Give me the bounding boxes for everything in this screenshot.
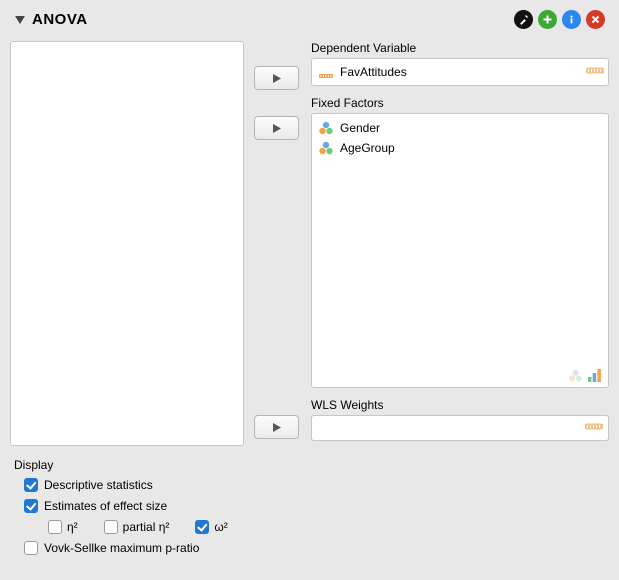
move-to-dependent-button[interactable]	[254, 66, 299, 90]
display-header: Display	[14, 458, 609, 472]
omega2-label: ω²	[214, 520, 227, 534]
header-left: ANOVA	[14, 11, 88, 28]
effect-size-row: Estimates of effect size	[14, 499, 609, 513]
dependent-label: Dependent Variable	[311, 41, 609, 55]
eta2-label: η²	[67, 520, 78, 534]
panel-header: ANOVA	[10, 8, 609, 31]
vovk-sellke-label: Vovk-Sellke maximum p-ratio	[44, 541, 199, 555]
scale-icon	[318, 64, 334, 80]
effect-size-label: Estimates of effect size	[44, 499, 167, 513]
omega2-checkbox[interactable]	[195, 520, 209, 534]
partial-eta2-row: partial η²	[104, 520, 170, 534]
nominal-icon	[318, 140, 334, 156]
fixed-factors-box[interactable]: Gender AgeGroup	[311, 113, 609, 388]
omega2-row: ω²	[195, 520, 227, 534]
add-icon[interactable]	[538, 10, 557, 29]
scale-type-icon	[586, 65, 604, 80]
eta2-checkbox[interactable]	[48, 520, 62, 534]
descriptive-checkbox[interactable]	[24, 478, 38, 492]
variable-name: FavAttitudes	[340, 65, 407, 79]
partial-eta2-label: partial η²	[123, 520, 170, 534]
eta2-row: η²	[48, 520, 78, 534]
move-to-factors-button[interactable]	[254, 116, 299, 140]
info-icon[interactable]	[562, 10, 581, 29]
variable-name: Gender	[340, 121, 380, 135]
collapse-chevron-icon[interactable]	[14, 14, 26, 26]
wls-weights-label: WLS Weights	[311, 398, 609, 412]
ordinal-type-icon	[587, 368, 602, 383]
variable-assignment-row: Dependent Variable FavAttitudes	[10, 41, 609, 446]
descriptive-stats-row: Descriptive statistics	[14, 478, 609, 492]
target-boxes-column: Dependent Variable FavAttitudes	[311, 41, 609, 446]
nominal-type-icon	[568, 368, 583, 383]
effect-size-checkbox[interactable]	[24, 499, 38, 513]
panel-title: ANOVA	[32, 11, 88, 28]
effect-size-suboptions: η² partial η² ω²	[14, 520, 609, 534]
fixed-factors-label: Fixed Factors	[311, 96, 609, 110]
partial-eta2-checkbox[interactable]	[104, 520, 118, 534]
header-icons	[514, 10, 605, 29]
dependent-variable-box[interactable]: FavAttitudes	[311, 58, 609, 86]
arrows-column	[254, 41, 301, 446]
scale-type-icon	[585, 421, 603, 436]
variable-name: AgeGroup	[340, 141, 395, 155]
close-icon[interactable]	[586, 10, 605, 29]
vovk-sellke-checkbox[interactable]	[24, 541, 38, 555]
wls-weights-box[interactable]	[311, 415, 609, 441]
source-variables-list[interactable]	[10, 41, 244, 446]
variable-item[interactable]: FavAttitudes	[318, 62, 407, 82]
factors-type-icons	[568, 368, 602, 383]
display-section: Display Descriptive statistics Estimates…	[10, 458, 609, 555]
nominal-icon	[318, 120, 334, 136]
move-to-wls-button[interactable]	[254, 415, 299, 439]
anova-panel: ANOVA	[0, 0, 619, 580]
variable-item[interactable]: AgeGroup	[318, 138, 602, 158]
edit-icon[interactable]	[514, 10, 533, 29]
vovk-sellke-row: Vovk-Sellke maximum p-ratio	[14, 541, 609, 555]
descriptive-label: Descriptive statistics	[44, 478, 153, 492]
variable-item[interactable]: Gender	[318, 118, 602, 138]
